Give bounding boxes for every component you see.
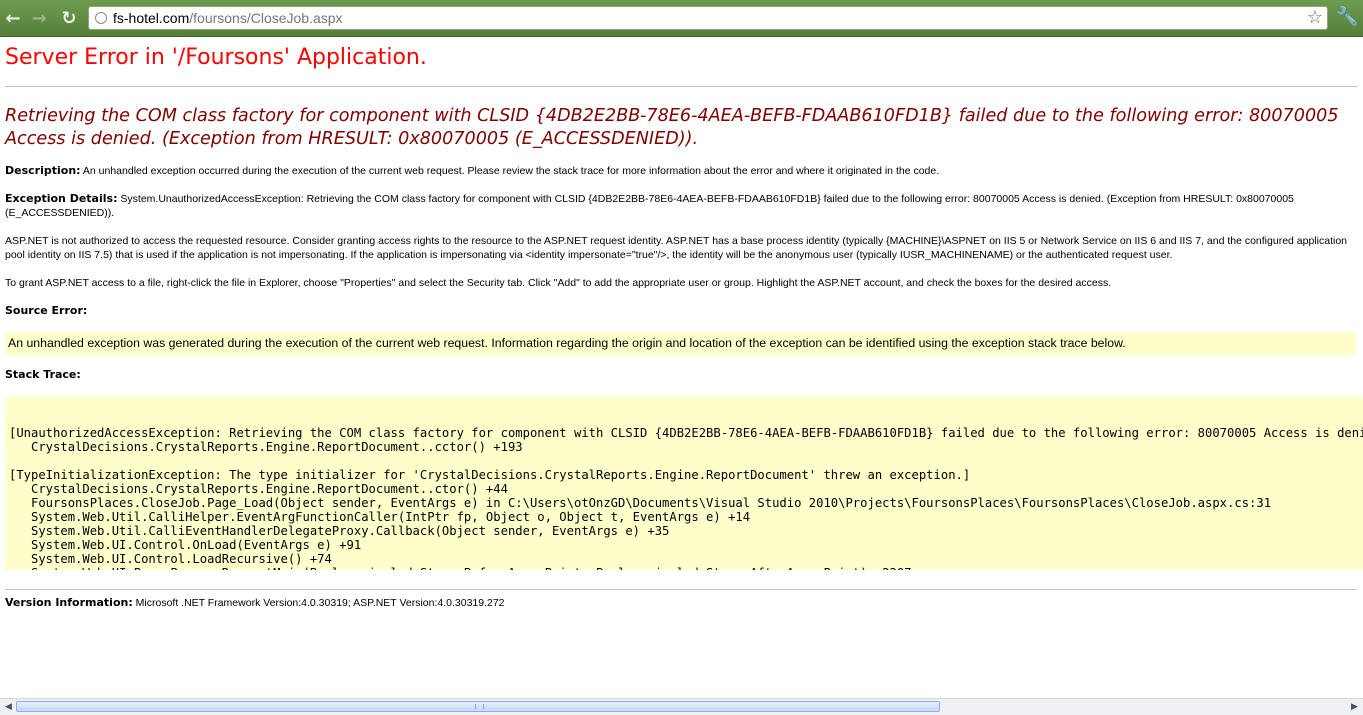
exception-details-text: System.UnauthorizedAccessException: Retr… (5, 193, 1294, 219)
divider (5, 86, 1357, 87)
star-icon[interactable]: ☆ (1307, 8, 1323, 28)
description-text: An unhandled exception occurred during t… (82, 165, 940, 177)
exception-details-label: Exception Details: (5, 192, 118, 205)
scroll-right-arrow-icon[interactable]: ▶ (1347, 700, 1362, 714)
page-content: Server Error in '/Foursons' Application.… (0, 37, 1363, 698)
stack-trace-text: [UnauthorizedAccessException: Retrieving… (9, 426, 1363, 570)
description-block: Description: An unhandled exception occu… (5, 164, 1350, 178)
version-info-label: Version Information: (5, 596, 133, 609)
scroll-left-arrow-icon[interactable]: ◀ (1, 700, 16, 714)
source-error-text: An unhandled exception was generated dur… (8, 336, 1126, 350)
browser-toolbar: ← → ↻ fs-hotel.com/foursons/CloseJob.asp… (0, 0, 1363, 37)
forward-arrow-icon[interactable]: → (28, 8, 50, 30)
description-label: Description: (5, 164, 81, 177)
aspnet-note: ASP.NET is not authorized to access the … (5, 235, 1347, 261)
scrollbar-thumb[interactable] (16, 701, 940, 712)
url-host: fs-hotel.com (113, 10, 190, 26)
version-info-block: Version Information: Microsoft .NET Fram… (5, 596, 1350, 610)
wrench-icon[interactable]: 🔧 (1336, 6, 1358, 28)
url-path: /foursons/CloseJob.aspx (189, 10, 343, 26)
grant-access-note: To grant ASP.NET access to a file, right… (5, 277, 1112, 289)
exception-details-block: Exception Details: System.UnauthorizedAc… (5, 192, 1350, 220)
source-error-label: Source Error: (5, 304, 88, 317)
address-url[interactable]: fs-hotel.com/foursons/CloseJob.aspx (113, 10, 343, 27)
error-heading: Retrieving the COM class factory for com… (5, 106, 1339, 149)
page-globe-icon (95, 12, 107, 24)
divider (5, 589, 1357, 590)
version-info-text: Microsoft .NET Framework Version:4.0.303… (135, 597, 505, 609)
stack-trace-label: Stack Trace: (5, 368, 81, 381)
stack-trace-box: [UnauthorizedAccessException: Retrieving… (5, 397, 1363, 570)
address-bar[interactable]: fs-hotel.com/foursons/CloseJob.aspx ☆ (88, 6, 1328, 30)
page-title: Server Error in '/Foursons' Application. (5, 45, 427, 70)
reload-icon[interactable]: ↻ (58, 8, 80, 30)
horizontal-scrollbar[interactable]: ◀ ▶ (0, 698, 1363, 715)
grip-icon (475, 704, 484, 709)
source-error-box: An unhandled exception was generated dur… (5, 332, 1356, 355)
back-arrow-icon[interactable]: ← (2, 8, 24, 30)
